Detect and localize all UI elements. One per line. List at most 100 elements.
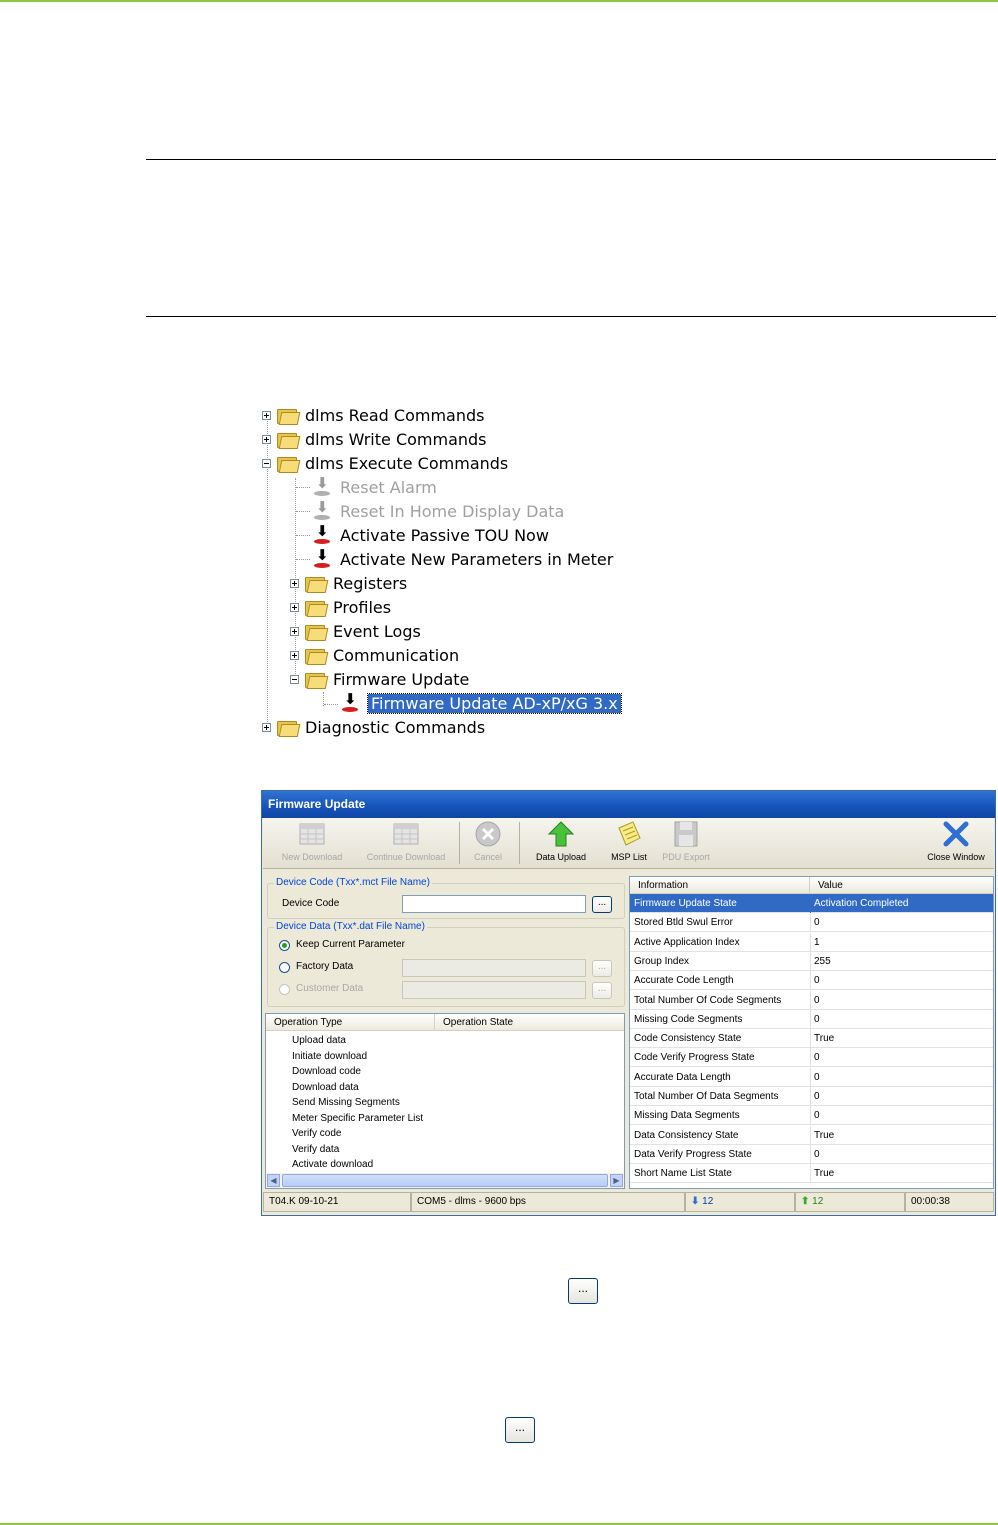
- info-row[interactable]: Stored Btld Swul Error 0: [630, 913, 993, 933]
- list-item[interactable]: Verify code: [292, 1126, 341, 1141]
- info-row[interactable]: Accurate Data Length 0: [630, 1067, 993, 1087]
- tree-item-firmware-update-adxp[interactable]: ⬇ Firmware Update AD-xP/xG 3.x: [340, 691, 622, 715]
- info-row[interactable]: Firmware Update State Activation Complete…: [630, 894, 993, 913]
- factory-data-input[interactable]: [402, 959, 586, 977]
- factory-data-browse-button[interactable]: ...: [592, 960, 612, 977]
- factory-data-radio[interactable]: [279, 962, 290, 973]
- expand-icon[interactable]: [290, 650, 299, 660]
- tree-item-reset-alarm[interactable]: ⬇ Reset Alarm: [312, 475, 437, 499]
- continue-download-button[interactable]: Continue Download: [361, 820, 451, 866]
- list-item[interactable]: Send Missing Segments: [292, 1095, 400, 1110]
- device-code-browse-button[interactable]: ...: [592, 896, 612, 913]
- list-item[interactable]: Initiate download: [292, 1049, 367, 1064]
- list-item[interactable]: Upload data: [292, 1033, 346, 1048]
- tree-item-diagnostic[interactable]: Diagnostic Commands: [262, 715, 485, 739]
- expand-icon[interactable]: [262, 434, 271, 444]
- msp-list-button[interactable]: MSP List: [605, 820, 653, 866]
- info-name: Group Index: [634, 955, 690, 967]
- scroll-left-icon[interactable]: ◀: [267, 1174, 280, 1187]
- info-row[interactable]: Data Verify Progress State 0: [630, 1144, 993, 1164]
- scroll-right-icon[interactable]: ▶: [610, 1174, 623, 1187]
- close-window-button[interactable]: Close Window: [923, 820, 989, 866]
- group-title: Device Code (Txx*.mct File Name): [274, 877, 432, 888]
- info-row[interactable]: Short Name List State True: [630, 1164, 993, 1184]
- tree-item-communication[interactable]: Communication: [290, 643, 459, 667]
- top-green-rule: [0, 0, 998, 2]
- list-item[interactable]: Verify data: [292, 1142, 339, 1157]
- tree-item-dlms-write[interactable]: dlms Write Commands: [262, 427, 487, 451]
- list-item[interactable]: Activate download: [292, 1157, 373, 1172]
- expand-icon[interactable]: [290, 626, 299, 636]
- list-item[interactable]: Meter Specific Parameter List: [292, 1111, 423, 1126]
- down-count: 12: [702, 1196, 714, 1207]
- pdu-export-button[interactable]: PDU Export: [657, 820, 715, 866]
- info-name: Missing Data Segments: [634, 1110, 740, 1122]
- tree-item-event-logs[interactable]: Event Logs: [290, 619, 421, 643]
- msp-list-label: MSP List: [611, 852, 647, 862]
- customer-data-radio[interactable]: [279, 984, 290, 995]
- browse-button-example-2[interactable]: ...: [505, 1417, 535, 1443]
- horizontal-scrollbar[interactable]: ◀ ▶: [266, 1173, 624, 1188]
- collapse-icon[interactable]: [290, 674, 299, 684]
- new-download-button[interactable]: New Download: [277, 820, 347, 866]
- info-row[interactable]: Code Verify Progress State 0: [630, 1048, 993, 1068]
- tree-item-activate-new-parameters[interactable]: ⬇ Activate New Parameters in Meter: [312, 547, 613, 571]
- upper-divider: [146, 159, 996, 160]
- info-name: Missing Code Segments: [634, 1013, 743, 1025]
- list-item[interactable]: Download data: [292, 1080, 359, 1095]
- tree-item-activate-passive-tou[interactable]: ⬇ Activate Passive TOU Now: [312, 523, 549, 547]
- command-icon: ⬇: [312, 524, 332, 546]
- info-value: True: [814, 1033, 835, 1045]
- customer-data-input[interactable]: [402, 981, 586, 999]
- info-row[interactable]: Data Consistency State True: [630, 1125, 993, 1145]
- info-row[interactable]: Active Application Index 1: [630, 932, 993, 952]
- info-value: 255: [814, 955, 831, 967]
- info-name: Firmware Update State: [634, 898, 737, 909]
- tree-item-dlms-read[interactable]: dlms Read Commands: [262, 403, 484, 427]
- info-value: 0: [814, 1013, 820, 1025]
- expand-icon[interactable]: [290, 578, 299, 588]
- tree-item-firmware-update[interactable]: Firmware Update: [290, 667, 469, 691]
- tree-item-label: Activate New Parameters in Meter: [340, 549, 614, 569]
- folder-icon: [277, 407, 301, 425]
- window-title: Firmware Update: [262, 791, 995, 818]
- tree-item-profiles[interactable]: Profiles: [290, 595, 391, 619]
- list-item[interactable]: Download code: [292, 1064, 361, 1079]
- cancel-button[interactable]: Cancel: [465, 820, 511, 866]
- scroll-thumb[interactable]: [282, 1174, 608, 1187]
- tree-item-label: Reset Alarm: [340, 477, 437, 497]
- expand-icon[interactable]: [290, 602, 299, 612]
- info-row[interactable]: Accurate Code Length 0: [630, 971, 993, 991]
- folder-icon: [305, 647, 329, 665]
- tree-item-dlms-execute[interactable]: dlms Execute Commands: [262, 451, 508, 475]
- tree-item-reset-in-home-display[interactable]: ⬇ Reset In Home Display Data: [312, 499, 564, 523]
- tree-item-registers[interactable]: Registers: [290, 571, 407, 595]
- col-information[interactable]: Information: [630, 877, 810, 894]
- operations-list[interactable]: Operation Type Operation State Upload da…: [265, 1013, 625, 1189]
- info-grid[interactable]: Information Value Firmware Update State A…: [629, 876, 994, 1189]
- device-code-input[interactable]: [402, 895, 586, 913]
- col-operation-state[interactable]: Operation State: [435, 1014, 624, 1031]
- customer-data-browse-button[interactable]: ...: [592, 982, 612, 999]
- info-name: Stored Btld Swul Error: [634, 917, 733, 929]
- keep-current-radio[interactable]: [279, 940, 290, 951]
- info-row[interactable]: Missing Code Segments 0: [630, 1009, 993, 1029]
- info-name: Code Consistency State: [634, 1033, 742, 1045]
- tree-item-label: Registers: [333, 573, 408, 593]
- device-data-group: Device Data (Txx*.dat File Name) Keep Cu…: [267, 921, 625, 1007]
- col-value[interactable]: Value: [810, 877, 993, 894]
- tree-item-label: dlms Read Commands: [305, 405, 485, 425]
- info-row[interactable]: Missing Data Segments 0: [630, 1106, 993, 1126]
- collapse-icon[interactable]: [262, 458, 271, 468]
- expand-icon[interactable]: [262, 410, 271, 420]
- col-operation-type[interactable]: Operation Type: [266, 1014, 435, 1031]
- info-row[interactable]: Group Index 255: [630, 951, 993, 971]
- info-row[interactable]: Code Consistency State True: [630, 1029, 993, 1049]
- expand-icon[interactable]: [262, 722, 271, 732]
- info-name: Short Name List State: [634, 1168, 732, 1180]
- info-row[interactable]: Total Number Of Code Segments 0: [630, 990, 993, 1010]
- browse-button-example-1[interactable]: ...: [568, 1278, 598, 1304]
- data-upload-button[interactable]: Data Upload: [529, 820, 593, 866]
- calendar-icon: [298, 820, 326, 848]
- info-row[interactable]: Total Number Of Data Segments 0: [630, 1087, 993, 1106]
